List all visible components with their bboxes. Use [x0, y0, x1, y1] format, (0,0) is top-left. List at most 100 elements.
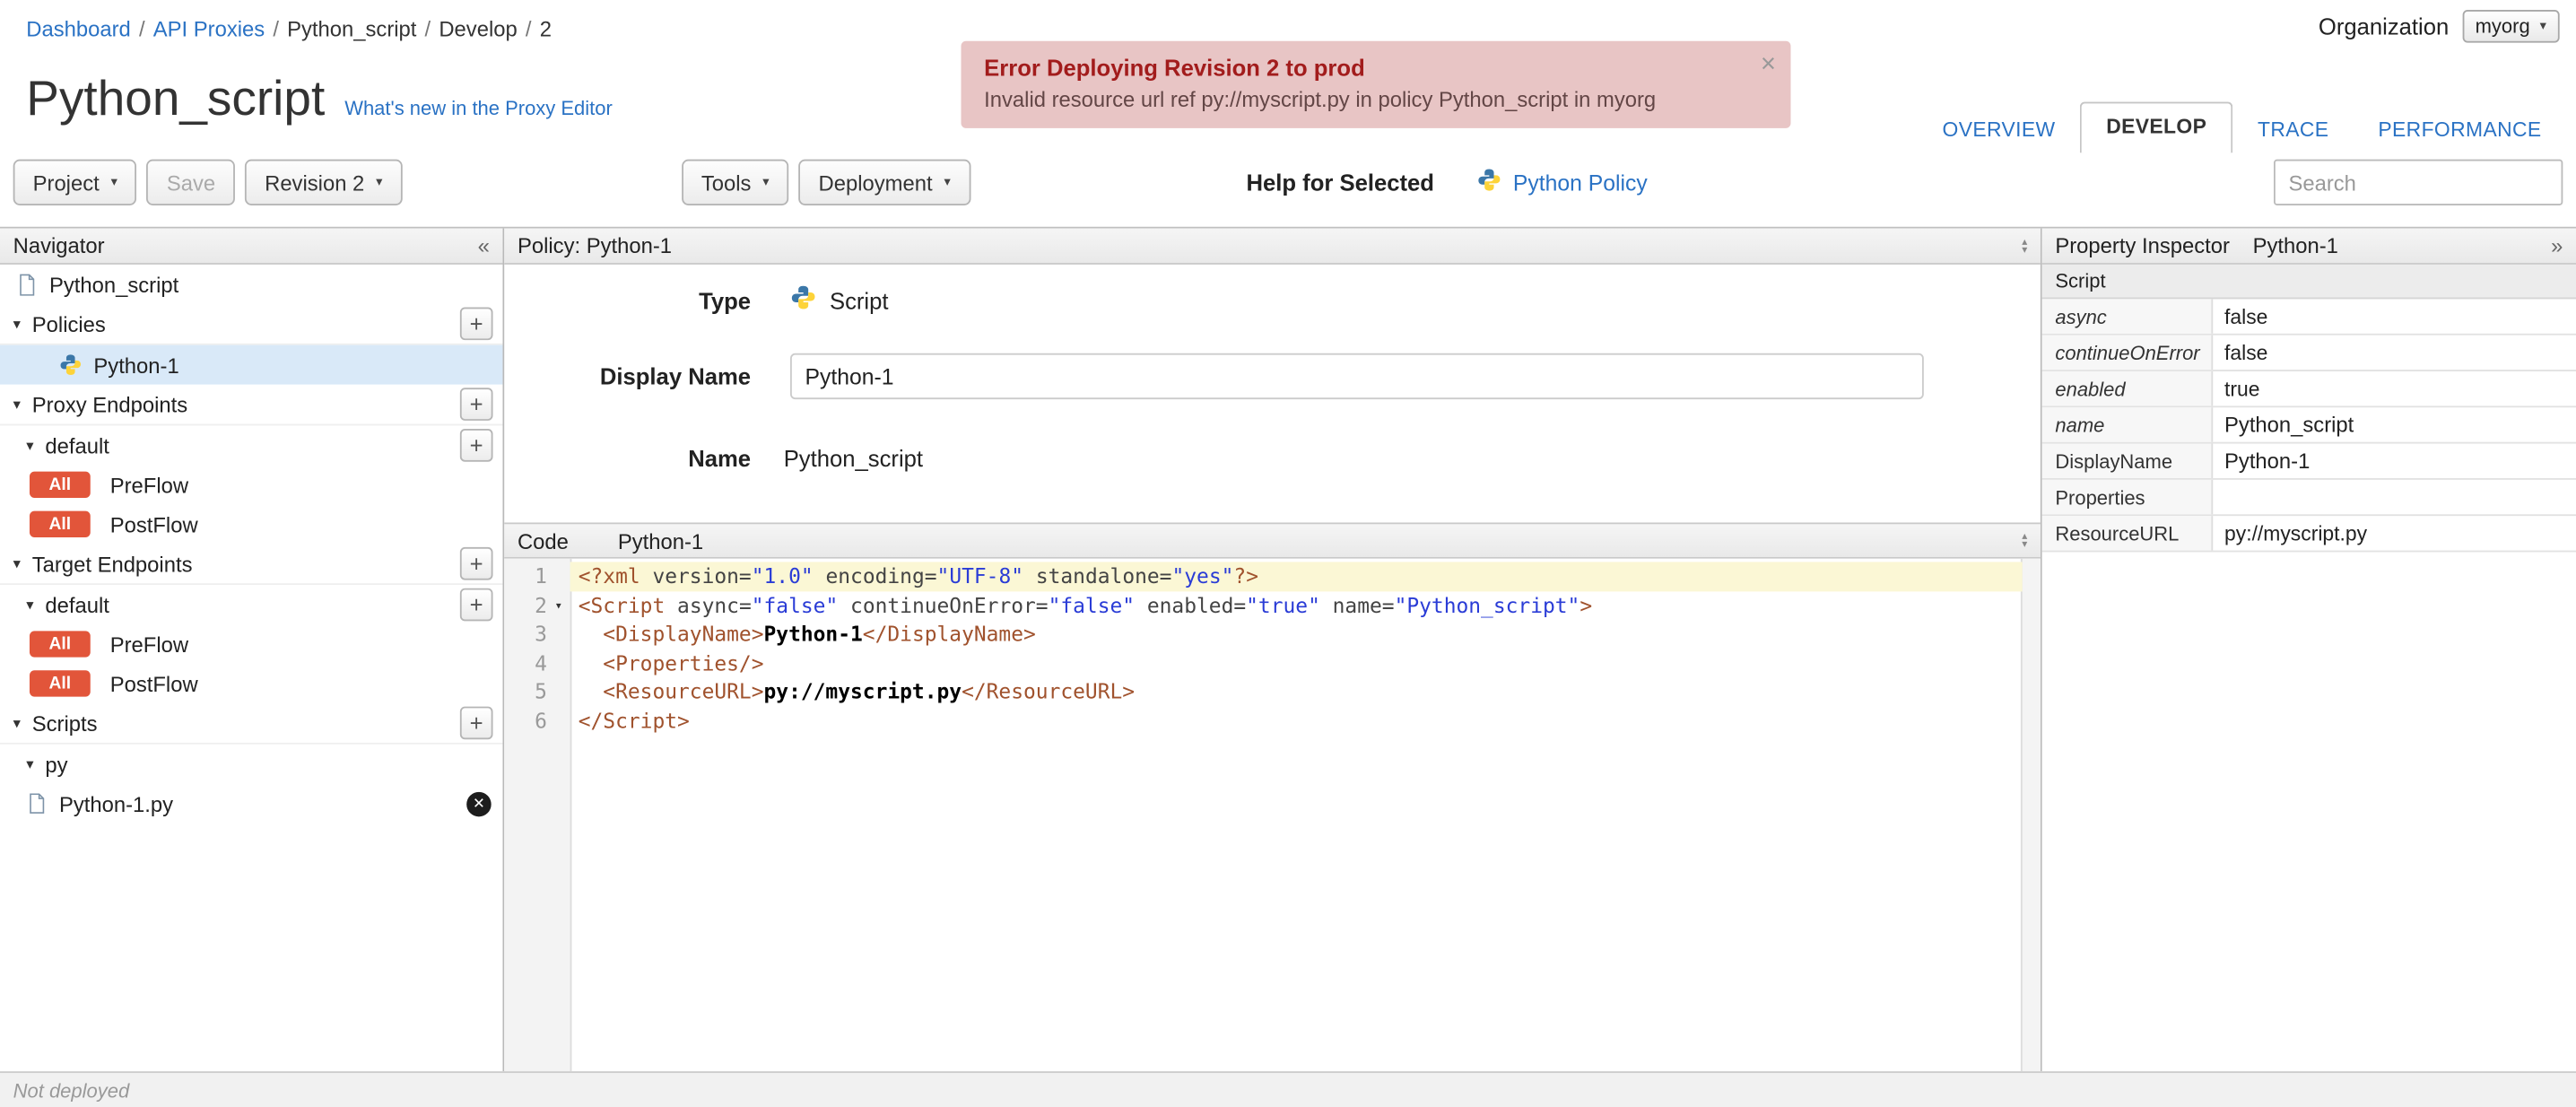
close-icon[interactable]: × — [1761, 51, 1776, 81]
nav-section-policies[interactable]: ▾ Policies + — [0, 304, 503, 345]
nav-item-policy-python-1[interactable]: Python-1 — [0, 344, 503, 385]
triangle-down-icon[interactable]: ▾ — [26, 755, 33, 773]
document-icon — [16, 273, 38, 296]
title-row: Python_script What's new in the Proxy Ed… — [26, 73, 613, 128]
property-value[interactable]: Python_script — [2213, 407, 2576, 441]
expand-right-icon[interactable]: » — [2551, 233, 2563, 257]
property-value[interactable]: Python-1 — [2213, 444, 2576, 478]
triangle-down-icon[interactable]: ▾ — [26, 596, 33, 614]
whats-new-link[interactable]: What's new in the Proxy Editor — [344, 97, 613, 120]
property-value[interactable]: true — [2213, 371, 2576, 405]
organization-dropdown[interactable]: myorg ▾ — [2461, 9, 2560, 43]
code-line: 2 ▾ <Script async= "false" continueOnErro… — [504, 590, 2022, 619]
error-title: Error Deploying Revision 2 to prod — [984, 54, 1365, 81]
property-value[interactable] — [2213, 480, 2576, 514]
triangle-down-icon[interactable]: ▾ — [13, 315, 21, 333]
breadcrumb-develop: Develop — [439, 16, 518, 41]
add-flow-button[interactable]: + — [459, 588, 493, 622]
nav-item-py-folder[interactable]: ▾ py — [0, 745, 502, 784]
nav-item-proxy-root[interactable]: Python_script — [0, 265, 502, 304]
code-scrollbar[interactable] — [2020, 558, 2041, 1072]
inspector-row: enabled true — [2041, 370, 2576, 408]
line-number: 1 — [535, 563, 547, 589]
project-menu-label: Project — [32, 170, 100, 196]
display-name-input[interactable] — [790, 353, 1924, 400]
tab-performance[interactable]: PERFORMANCE — [2354, 107, 2566, 153]
nav-item-proxy-postflow[interactable]: All PostFlow — [0, 504, 502, 544]
code-line: 3 <DisplayName> Python-1 </DisplayName> — [504, 620, 2022, 649]
code-line: 5 <ResourceURL> py://myscript.py </Resourc… — [504, 677, 2022, 706]
add-flow-button[interactable]: + — [459, 429, 493, 462]
code-file-name: Python-1 — [617, 527, 704, 554]
expand-collapse-icon[interactable]: ▴ ▾ — [2022, 531, 2027, 550]
python-policy-help-link[interactable]: Python Policy — [1477, 168, 1648, 197]
code-token: </Script> — [578, 707, 690, 733]
nav-section-proxy-endpoints[interactable]: ▾ Proxy Endpoints + — [0, 385, 503, 426]
code-token: </DisplayName> — [862, 621, 1036, 647]
nav-section-label: Scripts — [31, 710, 98, 736]
triangle-down-icon[interactable]: ▾ — [13, 554, 21, 572]
property-value[interactable]: py://myscript.py — [2213, 516, 2576, 550]
help-for-selected-label: Help for Selected — [1246, 169, 1434, 196]
nav-item-target-postflow[interactable]: All PostFlow — [0, 664, 502, 703]
nav-item-proxy-preflow[interactable]: All PreFlow — [0, 465, 502, 504]
triangle-down-icon[interactable]: ▾ — [13, 396, 21, 414]
delete-script-icon[interactable]: ✕ — [466, 790, 492, 816]
nav-section-label: Proxy Endpoints — [31, 391, 188, 417]
tab-trace[interactable]: TRACE — [2233, 107, 2354, 153]
tab-develop[interactable]: DEVELOP — [2079, 101, 2233, 153]
chevron-down-icon: ▾ — [762, 174, 770, 189]
breadcrumb-dashboard[interactable]: Dashboard — [26, 16, 131, 40]
nav-item-target-preflow[interactable]: All PreFlow — [0, 624, 502, 664]
file-icon — [26, 792, 48, 815]
property-inspector-title: Property Inspector — [2055, 233, 2230, 258]
tools-menu-button[interactable]: Tools ▾ — [681, 159, 789, 205]
triangle-down-icon[interactable]: ▾ — [26, 436, 33, 454]
search-input[interactable] — [2273, 159, 2563, 205]
collapse-left-icon[interactable]: « — [478, 233, 490, 257]
nav-section-scripts[interactable]: ▾ Scripts + — [0, 703, 503, 745]
tab-overview[interactable]: OVERVIEW — [1918, 107, 2080, 153]
nav-item-target-default[interactable]: ▾ default + — [0, 585, 502, 624]
save-button[interactable]: Save — [146, 159, 236, 205]
add-script-button[interactable]: + — [459, 706, 493, 740]
code-editor[interactable]: 1 <?xml version= "1.0" encoding= "UTF-8" s… — [504, 558, 2041, 1072]
tab-bar: OVERVIEW DEVELOP TRACE PERFORMANCE — [1918, 101, 2566, 153]
code-text: <ResourceURL> py://myscript.py </ResourceU… — [570, 677, 2023, 706]
code-token: <Properties/> — [578, 649, 764, 676]
code-token: </ResourceURL> — [962, 678, 1136, 704]
policy-header-title: Policy: Python-1 — [517, 233, 673, 258]
line-number: 2 — [535, 592, 547, 618]
code-header-label: Code — [517, 527, 569, 554]
code-token: "UTF-8" — [936, 563, 1024, 589]
add-proxy-endpoint-button[interactable]: + — [459, 388, 493, 421]
code-token: version= — [652, 563, 752, 589]
code-text: <Properties/> — [570, 649, 2023, 677]
nav-section-label: Target Endpoints — [31, 551, 193, 576]
nav-section-target-endpoints[interactable]: ▾ Target Endpoints + — [0, 544, 503, 586]
triangle-down-icon[interactable]: ▾ — [13, 714, 21, 732]
property-value[interactable]: false — [2213, 336, 2576, 370]
add-policy-button[interactable]: + — [459, 307, 493, 341]
nav-item-proxy-default[interactable]: ▾ default + — [0, 425, 502, 465]
type-label: Type — [699, 286, 752, 313]
organization-value: myorg — [2475, 14, 2530, 39]
all-badge: All — [29, 511, 91, 537]
add-target-endpoint-button[interactable]: + — [459, 546, 493, 580]
property-value[interactable]: false — [2213, 299, 2576, 333]
type-value: Script — [790, 284, 889, 316]
nav-item-script-file[interactable]: Python-1.py ✕ — [0, 784, 502, 824]
revision-menu-button[interactable]: Revision 2 ▾ — [245, 159, 403, 205]
project-menu-button[interactable]: Project ▾ — [13, 159, 137, 205]
fold-toggle-icon[interactable]: ▾ — [547, 597, 570, 612]
tools-label: Tools — [701, 170, 752, 196]
chevron-down-icon: ▾ — [110, 174, 117, 189]
breadcrumb-api-proxies[interactable]: API Proxies — [153, 16, 265, 40]
policy-form: Type Script Display Name Name Python_scr… — [504, 265, 2041, 523]
line-number: 3 — [535, 621, 547, 647]
nav-item-label: PreFlow — [109, 472, 189, 498]
expand-collapse-icon[interactable]: ▴ ▾ — [2022, 236, 2027, 255]
organization-selector: Organization myorg ▾ — [2319, 9, 2560, 43]
deployment-menu-button[interactable]: Deployment ▾ — [798, 159, 970, 205]
nav-item-label: PostFlow — [109, 511, 198, 537]
